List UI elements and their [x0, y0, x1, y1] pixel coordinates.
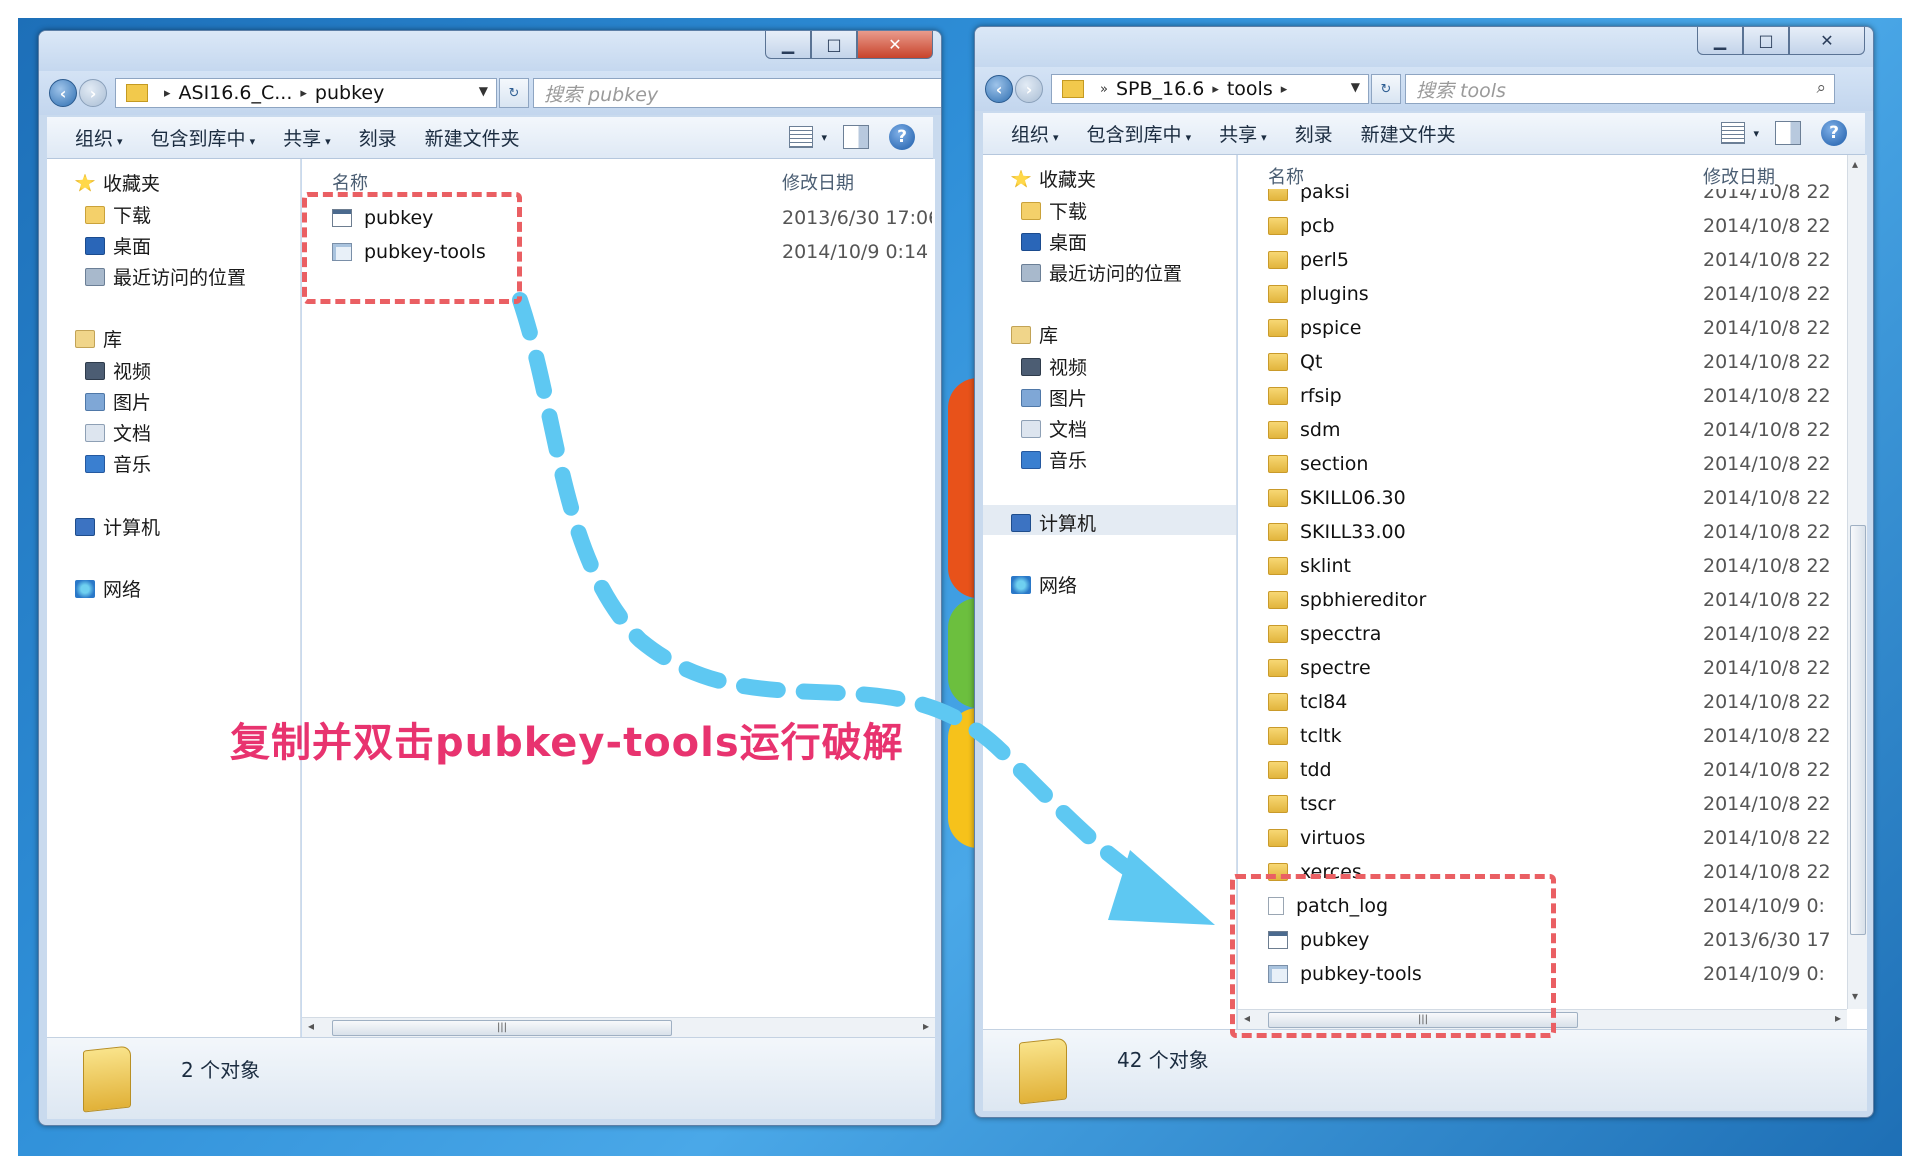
screenshot-stage: ▁ □ ✕ ‹ › ▸ ASI16.6_C... ▸ pubkey ▼ ↻ 搜索… — [0, 0, 1920, 1174]
highlight-box-right — [1230, 874, 1556, 1038]
instruction-caption: 复制并双击pubkey-tools运行破解 — [230, 720, 904, 766]
highlight-box-left — [302, 192, 522, 304]
annotation-arrow — [512, 292, 1215, 925]
column-header-modified[interactable]: 修改日期 — [1703, 163, 1775, 189]
column-header-name[interactable]: 名称 — [1268, 163, 1304, 189]
